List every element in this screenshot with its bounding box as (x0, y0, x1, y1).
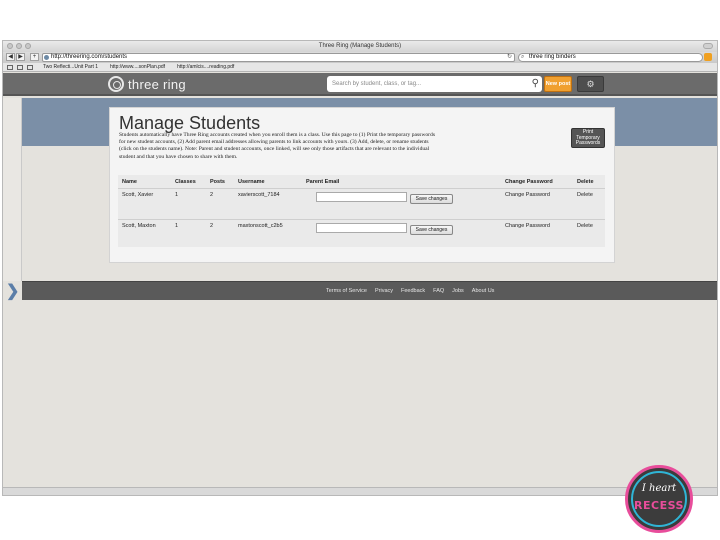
top-sites-icon[interactable] (27, 65, 33, 70)
footer-link-about[interactable]: About Us (472, 288, 495, 294)
footer-link-privacy[interactable]: Privacy (375, 288, 393, 294)
toolbar-toggle-button[interactable] (703, 43, 713, 49)
footer-link-feedback[interactable]: Feedback (401, 288, 425, 294)
forward-button[interactable]: ▶ (16, 53, 25, 61)
classes-count: 1 (175, 223, 179, 229)
column-header-change-password: Change Password (505, 179, 553, 185)
browser-search-field[interactable]: ⌕ three ring binders (518, 53, 703, 62)
parent-email-field[interactable] (316, 223, 407, 233)
favicon-icon (44, 55, 49, 60)
browser-toolbar: ◀ ▶ + http://threering.com/students ↻ ⌕ … (3, 52, 717, 63)
badge-top-text: I heart (641, 483, 677, 494)
classes-count: 1 (175, 192, 179, 198)
save-changes-button[interactable]: Save changes (410, 194, 453, 204)
column-header-name: Name (122, 179, 137, 185)
site-logo[interactable]: three ring (108, 76, 186, 92)
bookmark-list: Two Reflecti...Unit Part 1 http://www...… (43, 63, 234, 72)
students-table: Name Classes Posts Username Parent Email… (118, 175, 605, 247)
browser-window: Three Ring (Manage Students) ◀ ▶ + http:… (2, 40, 718, 496)
search-icon: ⌕ (521, 54, 525, 60)
parent-email-field[interactable] (316, 192, 407, 202)
username: maxtonscott_c2b5 (238, 223, 283, 229)
column-header-username: Username (238, 179, 265, 185)
address-bar[interactable]: http://threering.com/students ↻ (42, 53, 515, 62)
zoom-window-button[interactable] (25, 43, 31, 49)
column-header-classes: Classes (175, 179, 196, 185)
print-passwords-button[interactable]: Print Temporary Passwords (571, 128, 605, 148)
window-title: Three Ring (Manage Students) (318, 43, 402, 49)
change-password-link[interactable]: Change Password (505, 223, 550, 229)
site-search-placeholder: Search by student, class, or tag... (332, 81, 422, 87)
chevron-right-icon[interactable]: ❯ (6, 284, 19, 300)
bookmark-tools (7, 65, 33, 70)
save-changes-button[interactable]: Save changes (410, 225, 453, 235)
student-name-link[interactable]: Scott, Maxton (122, 223, 156, 229)
browser-search-text: three ring binders (529, 54, 576, 60)
row-divider (118, 219, 605, 220)
logo-text: three ring (128, 76, 186, 92)
badge-bottom-text: RECESS (634, 499, 684, 512)
gear-icon[interactable]: ⚙ (577, 76, 604, 92)
column-header-posts: Posts (210, 179, 225, 185)
column-header-delete: Delete (577, 179, 594, 185)
site-header: three ring Search by student, class, or … (3, 73, 717, 96)
close-window-button[interactable] (7, 43, 13, 49)
bookmarks-bar: Two Reflecti...Unit Part 1 http://www...… (3, 63, 717, 72)
posts-count: 2 (210, 192, 214, 198)
page-title: Manage Students (119, 113, 261, 133)
left-sidebar (3, 98, 22, 281)
bookmark-item[interactable]: http://amlcis....reading.pdf (177, 63, 234, 72)
rss-icon[interactable] (704, 53, 712, 61)
new-post-button[interactable]: New post (544, 76, 572, 92)
search-icon[interactable]: ⚲ (532, 77, 539, 91)
status-bar (3, 487, 717, 495)
reload-icon[interactable]: ↻ (507, 54, 512, 61)
header-divider (118, 188, 605, 189)
reading-list-icon[interactable] (17, 65, 23, 70)
footer-links: Terms of Service Privacy Feedback FAQ Jo… (326, 288, 494, 294)
footer-link-jobs[interactable]: Jobs (452, 288, 464, 294)
delete-link[interactable]: Delete (577, 223, 593, 229)
page-description: Students automatically have Three Ring a… (119, 132, 436, 160)
username: xavierscott_7184 (238, 192, 280, 198)
manage-students-panel: Manage Students Students automatically h… (109, 107, 615, 263)
sidebar-icon[interactable] (7, 65, 13, 70)
minimize-window-button[interactable] (16, 43, 22, 49)
back-button[interactable]: ◀ (6, 53, 15, 61)
delete-link[interactable]: Delete (577, 192, 593, 198)
footer-link-terms[interactable]: Terms of Service (326, 288, 367, 294)
url-text: http://threering.com/students (51, 54, 128, 60)
add-bookmark-button[interactable]: + (30, 53, 39, 61)
i-heart-recess-logo: I heart RECESS (625, 465, 693, 533)
column-header-parent-email: Parent Email (306, 179, 340, 185)
bookmark-item[interactable]: Two Reflecti...Unit Part 1 (43, 63, 98, 72)
window-controls (7, 43, 31, 49)
footer-link-faq[interactable]: FAQ (433, 288, 444, 294)
three-ring-logo-icon (108, 76, 124, 92)
title-bar: Three Ring (Manage Students) (3, 41, 717, 52)
posts-count: 2 (210, 223, 214, 229)
bookmark-item[interactable]: http://www....sonPlan.pdf (110, 63, 165, 72)
change-password-link[interactable]: Change Password (505, 192, 550, 198)
site-footer: Terms of Service Privacy Feedback FAQ Jo… (22, 281, 717, 300)
student-name-link[interactable]: Scott, Xavier (122, 192, 153, 198)
site-search-input[interactable]: Search by student, class, or tag... ⚲ (327, 76, 542, 92)
